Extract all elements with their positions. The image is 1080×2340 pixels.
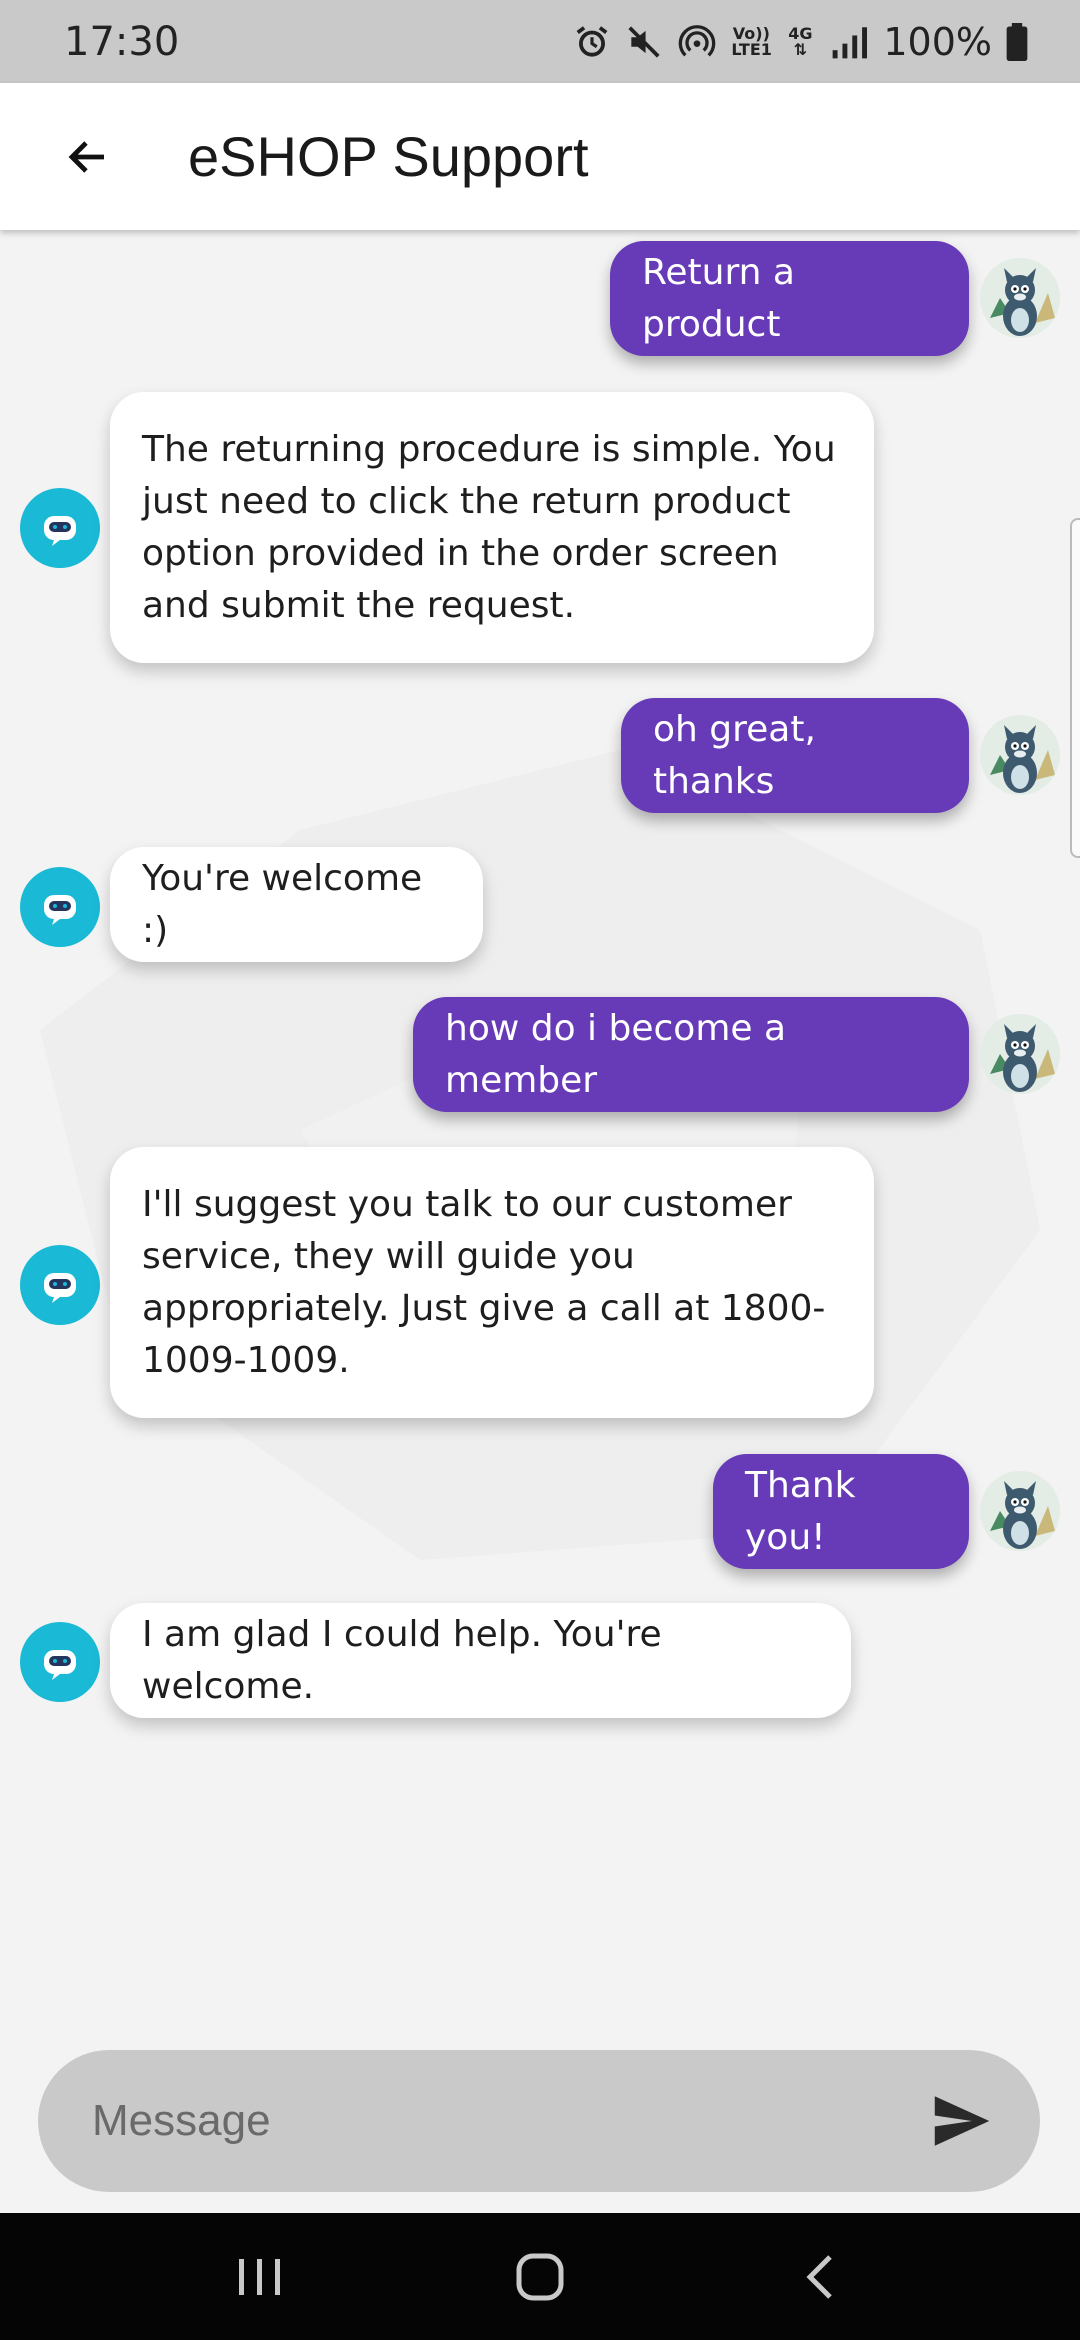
message-input[interactable]: [92, 2096, 892, 2146]
bot-avatar: [20, 488, 100, 568]
chat-area[interactable]: Return a product The returning procedure…: [0, 230, 1080, 2213]
message-text: I am glad I could help. You're welcome.: [142, 1613, 662, 1707]
page-title: eSHOP Support: [188, 125, 589, 188]
cat-avatar-icon: [980, 715, 1060, 795]
back-icon: [806, 2254, 832, 2299]
recent-apps-icon: [239, 2258, 280, 2295]
message-text: I'll suggest you talk to our customer se…: [142, 1183, 826, 1381]
signal-icon: [829, 24, 869, 60]
arrow-left-icon: [68, 140, 104, 173]
hotspot-icon: [677, 22, 717, 62]
user-message: oh great, thanks: [621, 698, 969, 813]
bot-avatar: [20, 1622, 100, 1702]
status-bar: 17:30 Vo)) LTE1 4G ⇅ 100%: [0, 0, 1080, 83]
battery-icon: [1006, 22, 1028, 61]
scrollbar[interactable]: [1070, 518, 1080, 858]
nav-back-button[interactable]: [760, 2227, 880, 2327]
app-bar: eSHOP Support: [0, 83, 1080, 230]
network-type-label: 4G: [788, 23, 813, 43]
message-text: Return a product: [642, 251, 795, 345]
send-icon: [934, 2096, 990, 2146]
user-message: Return a product: [610, 241, 969, 356]
volte-icon: Vo)) LTE1: [731, 23, 772, 59]
status-icons: Vo)) LTE1 4G ⇅ 100%: [573, 20, 1028, 64]
robot-icon: [44, 1273, 76, 1303]
alarm-icon: [573, 23, 611, 61]
user-avatar: [980, 715, 1060, 795]
bot-avatar: [20, 1245, 100, 1325]
user-message: Thank you!: [713, 1454, 969, 1569]
home-icon: [516, 2253, 564, 2300]
message-composer: [38, 2050, 1040, 2192]
bot-message: I'll suggest you talk to our customer se…: [110, 1147, 874, 1418]
user-message: how do i become a member: [413, 997, 969, 1112]
cat-avatar-icon: [980, 1471, 1060, 1551]
battery-percent: 100%: [883, 19, 992, 64]
data-icon: 4G ⇅: [788, 23, 813, 59]
cat-avatar-icon: [980, 1014, 1060, 1094]
user-avatar: [980, 1014, 1060, 1094]
send-button[interactable]: [922, 2081, 1002, 2161]
home-button[interactable]: [480, 2227, 600, 2327]
robot-icon: [44, 895, 76, 925]
system-nav-bar: [0, 2213, 1080, 2340]
message-text: oh great, thanks: [653, 708, 816, 802]
message-text: You're welcome :): [142, 857, 423, 951]
back-button[interactable]: [38, 107, 138, 207]
message-text: Thank you!: [745, 1464, 856, 1558]
bot-message: I am glad I could help. You're welcome.: [110, 1603, 851, 1718]
robot-icon: [44, 516, 76, 546]
bot-avatar: [20, 867, 100, 947]
mute-icon: [625, 23, 663, 61]
user-avatar: [980, 258, 1060, 338]
message-text: how do i become a member: [445, 1007, 787, 1101]
message-text: The returning procedure is simple. You j…: [142, 428, 836, 626]
bot-message: You're welcome :): [110, 847, 483, 962]
recent-apps-button[interactable]: [200, 2227, 320, 2327]
user-avatar: [980, 1471, 1060, 1551]
bot-message: The returning procedure is simple. You j…: [110, 392, 874, 663]
robot-icon: [44, 1650, 76, 1680]
cat-avatar-icon: [980, 258, 1060, 338]
status-time: 17:30: [64, 18, 180, 65]
